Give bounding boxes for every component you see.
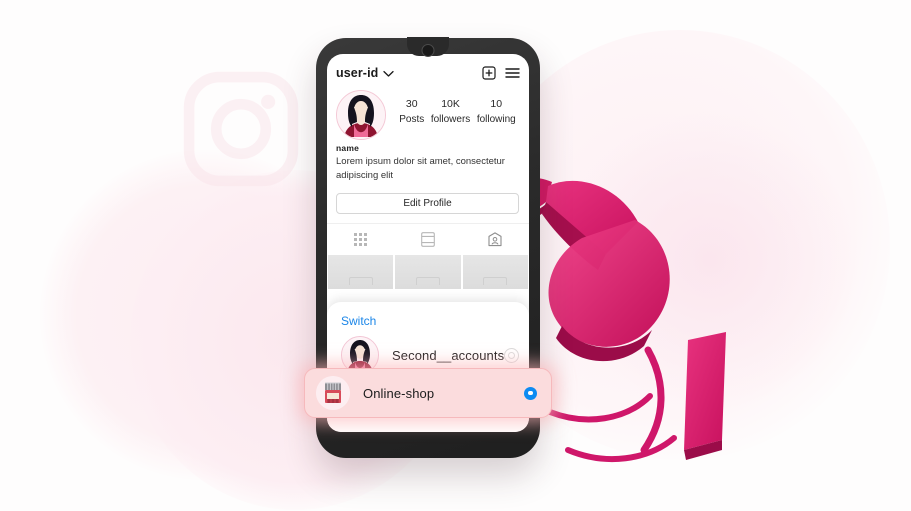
profile-avatar[interactable] [336, 90, 386, 140]
post-thumbnail[interactable] [328, 255, 394, 289]
stat-posts-label: Posts [399, 114, 425, 125]
account-row-online-shop[interactable]: Online-shop [304, 368, 552, 418]
stat-followers-label: followers [430, 114, 471, 125]
header-username[interactable]: user-id [336, 66, 378, 80]
reels-icon [421, 232, 435, 247]
stat-followers[interactable]: 10K followers [431, 96, 470, 127]
account-name: Second__accounts [392, 347, 505, 363]
stat-followers-value: 10K [441, 98, 460, 110]
stat-posts-value: 30 [405, 98, 418, 110]
stat-following-label: following [476, 114, 516, 125]
page-root: user-id 30 Posts 10K followers 10 follow… [0, 0, 911, 511]
post-grid [327, 255, 529, 289]
profile-bio: Lorem ipsum dolor sit amet, consectetur … [336, 156, 505, 181]
switch-sheet-title: Switch [341, 314, 377, 328]
add-post-icon[interactable] [482, 66, 496, 80]
tagged-icon [488, 232, 502, 247]
stat-following-value: 10 [490, 98, 503, 110]
edit-profile-button[interactable]: Edit Profile [336, 193, 519, 214]
instagram-camera-logo-icon [183, 71, 299, 187]
profile-display-name: name [336, 143, 360, 153]
profile-summary: 30 Posts 10K followers 10 following [327, 84, 529, 140]
profile-stats: 30 Posts 10K followers 10 following [386, 90, 519, 127]
phone-camera [421, 44, 435, 57]
account-name: Online-shop [363, 385, 435, 401]
account-radio-selected[interactable] [524, 386, 537, 400]
grid-icon [354, 233, 368, 246]
stat-posts[interactable]: 30 Posts [399, 96, 424, 127]
hamburger-menu-icon[interactable] [505, 67, 520, 79]
reels-tab[interactable] [394, 231, 461, 248]
chevron-down-icon[interactable] [383, 70, 395, 78]
post-thumbnail[interactable] [462, 255, 528, 289]
shop-icon [316, 376, 350, 410]
account-radio-unselected[interactable] [504, 347, 520, 363]
tagged-tab[interactable] [462, 231, 529, 248]
stat-following[interactable]: 10 following [477, 96, 516, 127]
app-header: user-id [327, 54, 529, 84]
posts-tab[interactable] [327, 231, 394, 248]
post-thumbnail[interactable] [395, 255, 461, 289]
profile-tab-bar [327, 223, 529, 248]
